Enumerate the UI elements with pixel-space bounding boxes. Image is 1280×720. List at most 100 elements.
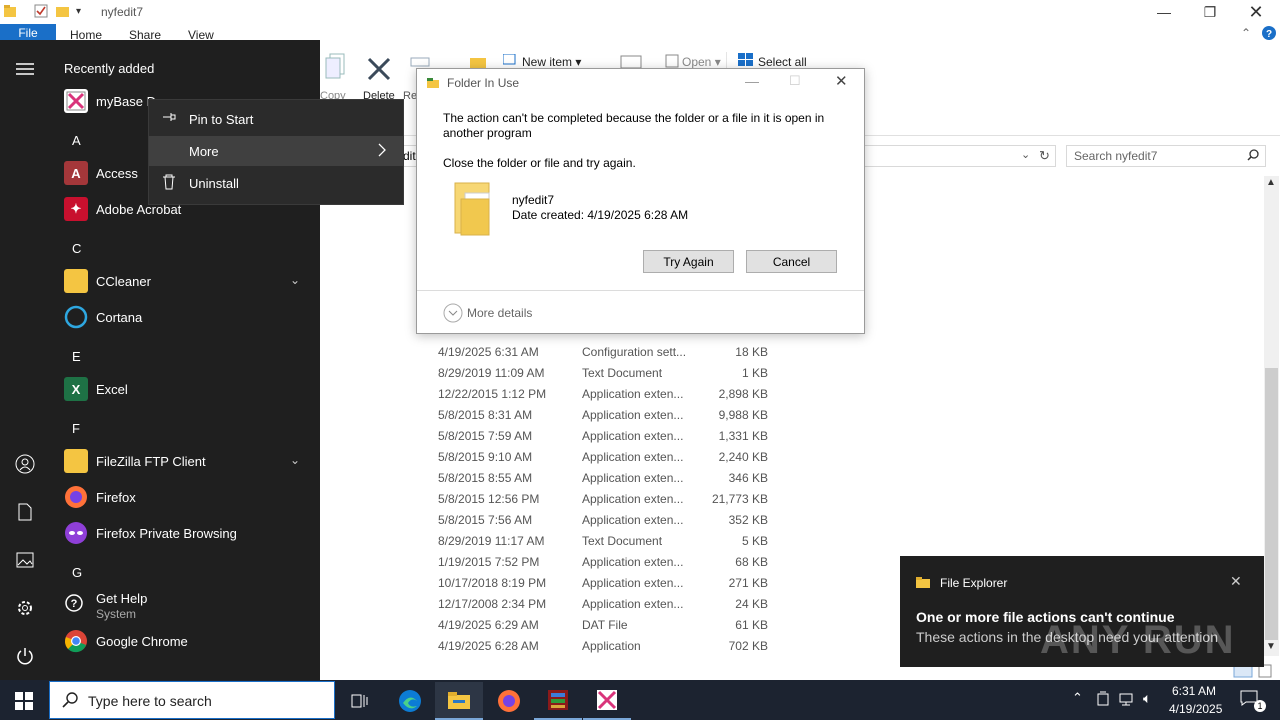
file-date-modified: 4/19/2025 6:28 AM bbox=[438, 639, 539, 653]
app-item-get-help[interactable]: ? Get Help System bbox=[50, 587, 320, 623]
app-item-filezilla[interactable]: FileZilla FTP Client ⌄ bbox=[50, 443, 320, 479]
file-row[interactable]: 5/8/2015 8:31 AM Application exten... 9,98… bbox=[430, 404, 830, 425]
mybase-icon bbox=[64, 89, 88, 113]
app-item-firefox[interactable]: Firefox bbox=[50, 479, 320, 515]
properties-icon[interactable] bbox=[34, 4, 48, 18]
windows-start-button[interactable] bbox=[0, 682, 48, 720]
hamburger-menu-icon[interactable] bbox=[14, 58, 36, 80]
taskbar-date[interactable]: 4/19/2025 bbox=[1169, 702, 1222, 716]
file-explorer-taskbar-icon[interactable] bbox=[435, 682, 483, 720]
taskbar-time[interactable]: 6:31 AM bbox=[1172, 684, 1216, 698]
expand-details-icon[interactable] bbox=[443, 303, 463, 326]
file-row[interactable]: 1/19/2015 7:52 PM Application exten... 68 … bbox=[430, 551, 830, 572]
file-row[interactable]: 5/8/2015 9:10 AM Application exten... 2,24… bbox=[430, 446, 830, 467]
file-date-modified: 5/8/2015 8:55 AM bbox=[438, 471, 533, 485]
app-item-google-chrome[interactable]: Google Chrome bbox=[50, 623, 320, 659]
new-item-icon[interactable] bbox=[502, 53, 517, 69]
help-icon[interactable]: ? bbox=[1262, 26, 1276, 43]
copy-icon[interactable] bbox=[324, 52, 348, 85]
scrollbar-thumb[interactable] bbox=[1265, 368, 1278, 640]
maximize-button[interactable]: ❐ bbox=[1187, 0, 1233, 24]
chevron-down-icon[interactable]: ⌄ bbox=[290, 453, 300, 467]
folder-date-created: Date created: 4/19/2025 6:28 AM bbox=[512, 208, 689, 222]
delete-icon[interactable] bbox=[366, 56, 392, 85]
app-item-excel[interactable]: X Excel bbox=[50, 371, 320, 407]
pin-to-start-menu-item[interactable]: Pin to Start bbox=[149, 104, 403, 134]
network-icon[interactable] bbox=[1119, 692, 1135, 709]
dialog-minimize-button[interactable]: — bbox=[745, 73, 759, 89]
file-size: 346 KB bbox=[728, 471, 768, 485]
firefox-taskbar-icon[interactable] bbox=[485, 682, 533, 720]
refresh-icon[interactable]: ↻ bbox=[1039, 148, 1050, 164]
edge-icon[interactable] bbox=[386, 682, 434, 720]
more-details-link[interactable]: More details bbox=[467, 306, 532, 320]
more-menu-item[interactable]: More bbox=[149, 136, 403, 166]
letter-header-c[interactable]: C bbox=[72, 241, 81, 256]
cancel-button[interactable]: Cancel bbox=[746, 250, 837, 273]
letter-header-f[interactable]: F bbox=[72, 421, 80, 436]
new-item-button[interactable]: New item ▾ bbox=[522, 55, 581, 69]
app-label: Google Chrome bbox=[96, 634, 188, 649]
sync-icon[interactable] bbox=[1096, 691, 1110, 710]
toast-close-icon[interactable]: ✕ bbox=[1230, 573, 1242, 590]
file-row[interactable]: 10/17/2018 8:19 PM Application exten... 27… bbox=[430, 572, 830, 593]
minimize-button[interactable]: — bbox=[1141, 0, 1187, 24]
pictures-icon[interactable] bbox=[14, 549, 36, 571]
file-type: Application bbox=[582, 639, 641, 653]
letter-header-a[interactable]: A bbox=[72, 133, 81, 148]
volume-icon[interactable]: 🔈︎ bbox=[1143, 690, 1151, 707]
show-hidden-icons-icon[interactable]: ⌃ bbox=[1072, 690, 1083, 706]
start-rail bbox=[0, 40, 50, 680]
file-row[interactable]: 8/29/2019 11:09 AM Text Document 1 KB bbox=[430, 362, 830, 383]
dialog-instruction: Close the folder or file and try again. bbox=[443, 156, 636, 170]
customize-quick-access-icon[interactable]: ▾ bbox=[76, 6, 90, 20]
file-row[interactable]: 12/22/2015 1:12 PM Application exten... 2,… bbox=[430, 383, 830, 404]
file-type: Application exten... bbox=[582, 429, 684, 443]
address-dropdown-icon[interactable]: ⌄ bbox=[1021, 148, 1030, 161]
file-row[interactable]: 5/8/2015 8:55 AM Application exten... 346 … bbox=[430, 467, 830, 488]
file-row[interactable]: 4/19/2025 6:28 AM Application 702 KB bbox=[430, 635, 830, 656]
chevron-down-icon[interactable]: ⌄ bbox=[290, 273, 300, 287]
mybase-taskbar-icon[interactable] bbox=[583, 682, 631, 720]
file-date-modified: 10/17/2018 8:19 PM bbox=[438, 576, 547, 590]
close-button[interactable]: ✕ bbox=[1233, 0, 1279, 24]
power-icon[interactable] bbox=[14, 645, 36, 667]
task-view-icon[interactable] bbox=[336, 682, 384, 720]
documents-icon[interactable] bbox=[14, 501, 36, 523]
scroll-down-icon[interactable]: ▼ bbox=[1266, 641, 1276, 652]
file-row[interactable]: 8/29/2019 11:17 AM Text Document 5 KB bbox=[430, 530, 830, 551]
file-size: 1 KB bbox=[741, 366, 768, 380]
app-item-firefox-private[interactable]: Firefox Private Browsing bbox=[50, 515, 320, 551]
recently-added-heading: Recently added bbox=[64, 61, 155, 76]
file-size: 18 KB bbox=[735, 345, 768, 359]
app-item-cortana[interactable]: Cortana bbox=[50, 299, 320, 335]
dialog-close-button[interactable]: ✕ bbox=[835, 72, 848, 90]
new-folder-icon[interactable] bbox=[56, 4, 70, 18]
file-row[interactable]: 5/8/2015 7:59 AM Application exten... 1,33… bbox=[430, 425, 830, 446]
file-date-modified: 8/29/2019 11:09 AM bbox=[438, 366, 545, 380]
file-row[interactable]: 4/19/2025 6:29 AM DAT File 61 KB bbox=[430, 614, 830, 635]
winrar-taskbar-icon[interactable] bbox=[534, 682, 582, 720]
app-label: Access bbox=[96, 166, 138, 181]
letter-header-e[interactable]: E bbox=[72, 349, 81, 364]
file-date-modified: 4/19/2025 6:29 AM bbox=[438, 618, 539, 632]
select-all-button[interactable]: Select all bbox=[758, 55, 807, 69]
user-account-icon[interactable] bbox=[14, 453, 36, 475]
open-button[interactable]: Open ▾ bbox=[682, 55, 721, 69]
uninstall-menu-item[interactable]: Uninstall bbox=[149, 168, 403, 198]
file-row[interactable]: 4/19/2025 6:31 AM Configuration sett... 18… bbox=[430, 341, 830, 362]
adobe-acrobat-icon: ✦ bbox=[64, 197, 88, 221]
file-row[interactable]: 5/8/2015 7:56 AM Application exten... 352 … bbox=[430, 509, 830, 530]
try-again-button[interactable]: Try Again bbox=[643, 250, 734, 273]
file-row[interactable]: 5/8/2015 12:56 PM Application exten... 21,… bbox=[430, 488, 830, 509]
letter-header-g[interactable]: G bbox=[72, 565, 82, 580]
collapse-ribbon-icon[interactable]: ⌃ bbox=[1241, 26, 1251, 40]
file-row[interactable]: 12/17/2008 2:34 PM Application exten... 24… bbox=[430, 593, 830, 614]
search-input[interactable]: Search nyfedit7 bbox=[1066, 145, 1266, 167]
file-type: Application exten... bbox=[582, 513, 684, 527]
rename-label[interactable]: Re bbox=[403, 90, 417, 102]
taskbar-search-box[interactable]: Type here to search bbox=[49, 681, 335, 719]
scroll-up-icon[interactable]: ▲ bbox=[1266, 177, 1276, 188]
app-item-ccleaner[interactable]: CCleaner ⌄ bbox=[50, 263, 320, 299]
settings-gear-icon[interactable] bbox=[14, 597, 36, 619]
